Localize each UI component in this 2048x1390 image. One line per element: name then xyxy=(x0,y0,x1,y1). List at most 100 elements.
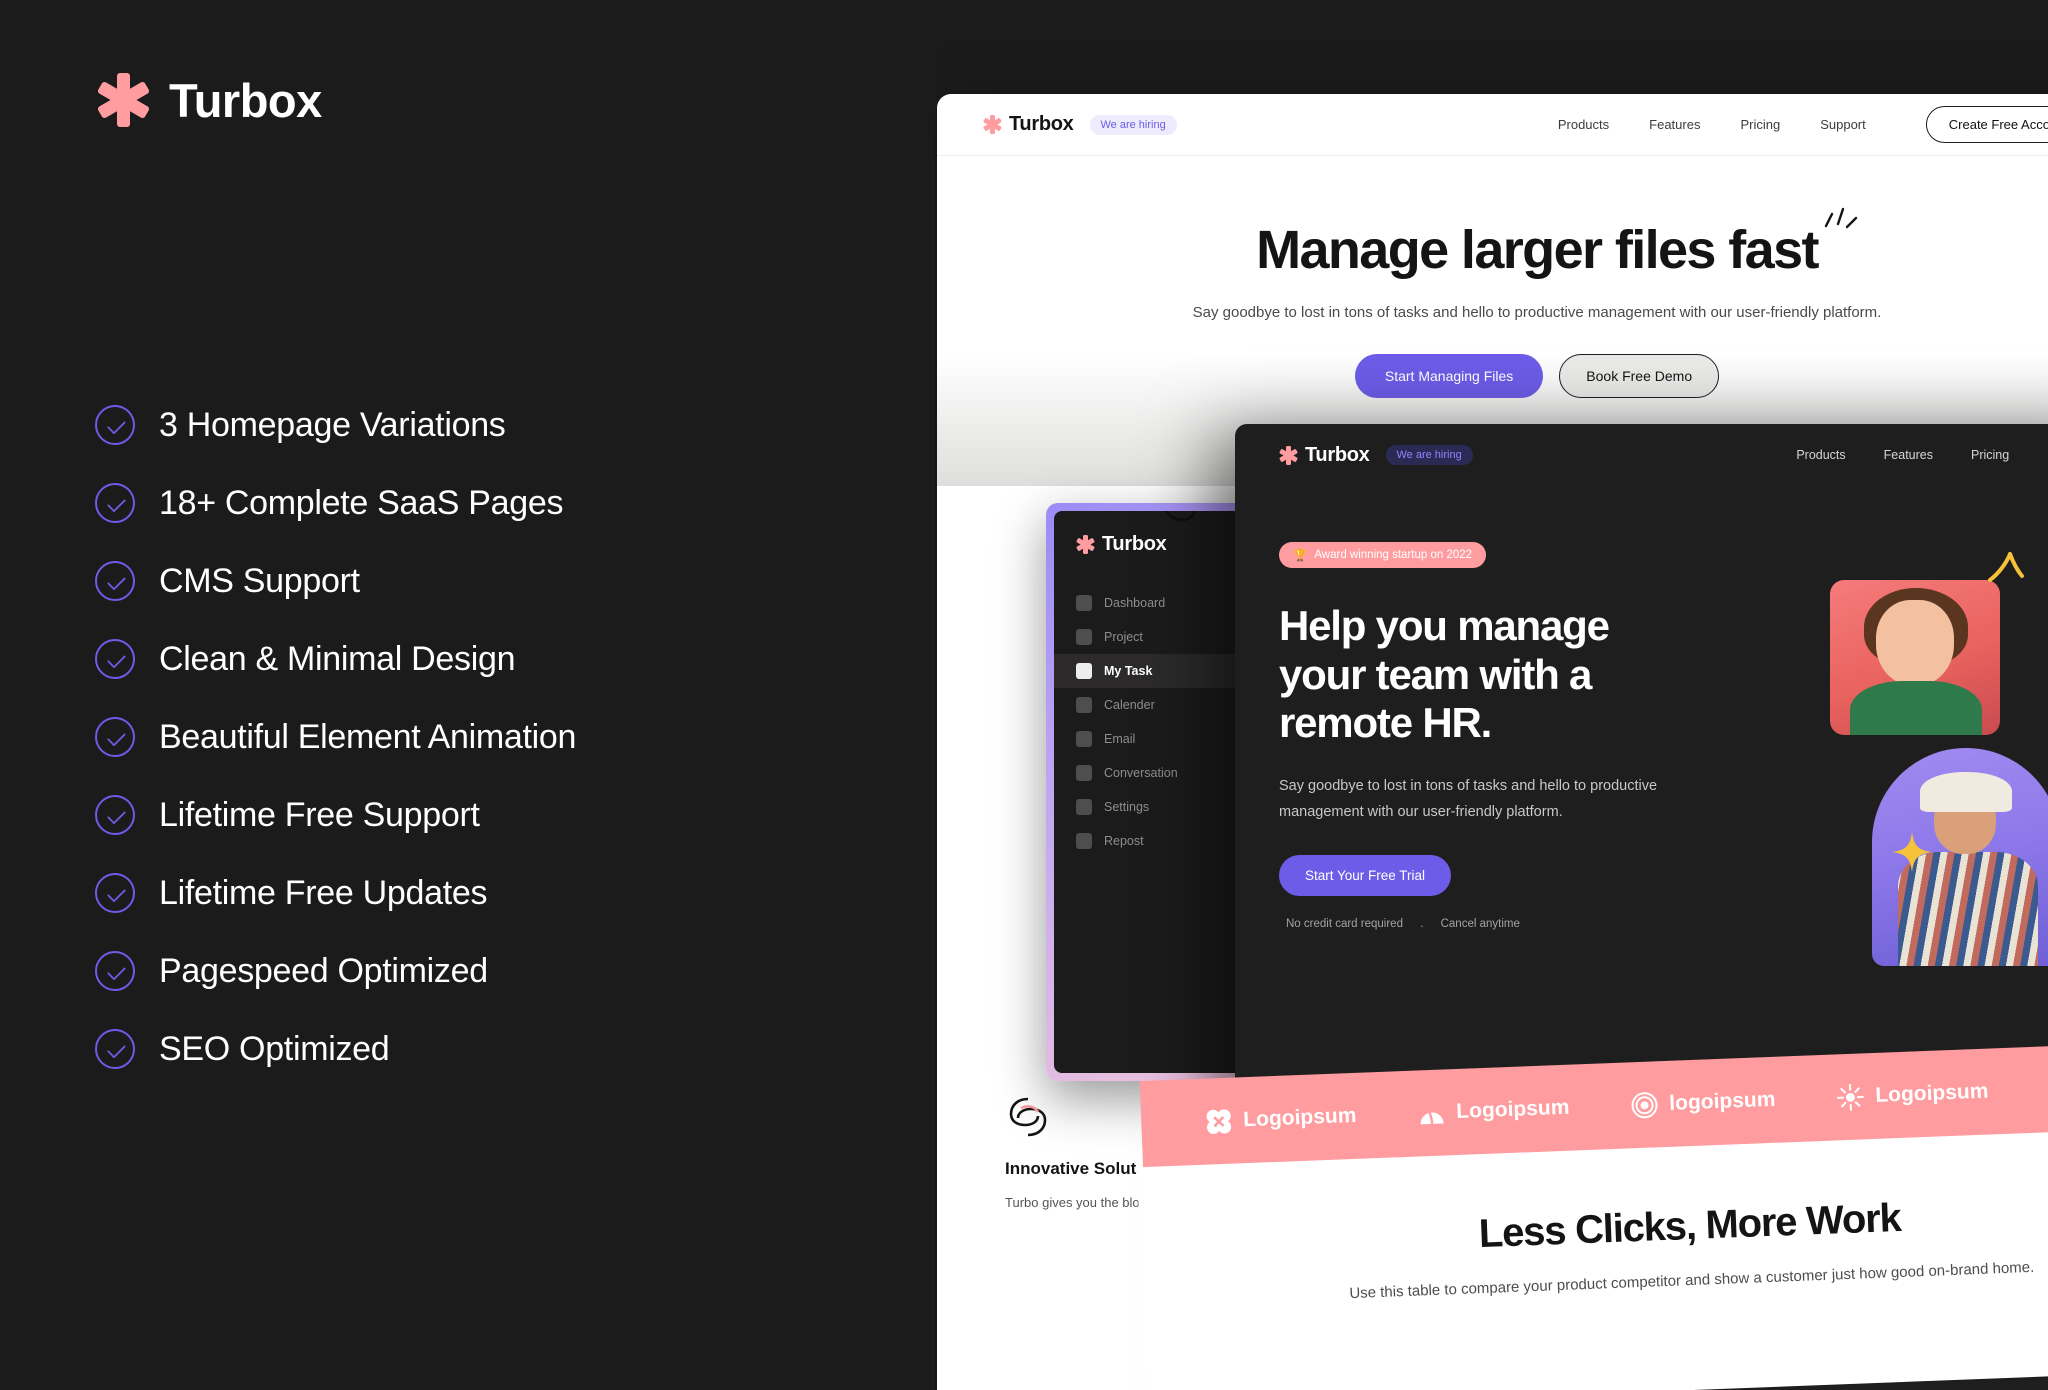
partner-logo-1: Logoipsum xyxy=(1205,1102,1357,1135)
partner-logo-4: Logoipsum xyxy=(1837,1078,1989,1111)
sidebar-item-label: Settings xyxy=(1104,800,1150,814)
person-photo-card-1 xyxy=(1830,580,2000,735)
spiral-mark-icon xyxy=(1631,1091,1658,1118)
list-item: CMS Support xyxy=(95,542,576,620)
partner-logo-label: Logoipsum xyxy=(1874,1079,1989,1107)
dark-site-nav-links: Products Features Pricing Support xyxy=(1796,448,2048,462)
list-item-label: Lifetime Free Updates xyxy=(159,873,488,912)
check-circle-icon xyxy=(95,483,135,523)
chat-icon xyxy=(1076,765,1092,781)
list-item-label: Beautiful Element Animation xyxy=(159,717,577,756)
light-site-cta-group: Start Managing Files Book Free Demo xyxy=(937,353,2048,398)
list-item-label: CMS Support xyxy=(159,561,360,600)
brand-lockup: Turbox xyxy=(95,72,322,128)
list-item: Pagespeed Optimized xyxy=(95,932,576,1010)
asterisk-icon xyxy=(95,72,151,128)
create-free-account-button[interactable]: Create Free Account xyxy=(1925,106,2048,143)
dark-site-logo[interactable]: Turbox xyxy=(1279,444,1370,467)
dark-site-brand-name: Turbox xyxy=(1305,443,1370,466)
hiring-badge[interactable]: We are hiring xyxy=(1089,114,1177,135)
award-badge-label: Award winning startup on 2022 xyxy=(1314,549,1473,561)
trophy-icon: 🏆 xyxy=(1293,550,1308,562)
four-point-star-icon xyxy=(1892,832,1932,872)
headline-text: Manage larger files fast xyxy=(1256,220,1819,280)
sidebar-item-label: Calender xyxy=(1104,698,1155,712)
list-item-label: Lifetime Free Support xyxy=(159,795,480,834)
nav-link-pricing[interactable]: Pricing xyxy=(1971,448,2009,462)
comparison-headline: Less Clicks, More Work xyxy=(1478,1195,1902,1257)
list-item-label: Clean & Minimal Design xyxy=(159,639,516,678)
sun-mark-icon xyxy=(1837,1083,1865,1111)
nav-link-products[interactable]: Products xyxy=(1558,117,1609,132)
sidebar-item-label: Repost xyxy=(1104,834,1144,848)
book-free-demo-button[interactable]: Book Free Demo xyxy=(1559,353,1720,398)
check-circle-icon xyxy=(95,639,135,679)
sidebar-item-label: Project xyxy=(1104,630,1143,644)
gear-icon xyxy=(1076,799,1092,815)
dashboard-brand-name: Turbox xyxy=(1102,533,1167,555)
list-item-label: 3 Homepage Variations xyxy=(159,405,506,444)
light-site-logo[interactable]: Turbox xyxy=(983,113,1074,136)
chart-bar-icon xyxy=(1076,663,1092,679)
list-item: Beautiful Element Animation xyxy=(95,698,576,776)
list-item: Clean & Minimal Design xyxy=(95,620,576,698)
list-item: Lifetime Free Support xyxy=(95,776,576,854)
check-circle-icon xyxy=(95,717,135,757)
paperclip-decoration-icon xyxy=(1158,511,1204,527)
dark-site-subhead: Say goodbye to lost in tons of tasks and… xyxy=(1279,778,1658,820)
sidebar-item-label: My Task xyxy=(1104,664,1153,678)
list-item: 18+ Complete SaaS Pages xyxy=(95,464,576,542)
sidebar-item-label: Dashboard xyxy=(1104,596,1166,610)
nav-link-support[interactable]: Support xyxy=(1820,117,1866,132)
brand-name: Turbox xyxy=(169,73,322,127)
grid-icon xyxy=(1076,595,1092,611)
pencil-square-icon xyxy=(1076,629,1092,645)
person-body xyxy=(1850,681,1982,735)
partner-logo-2: Logoipsum xyxy=(1418,1094,1570,1127)
flower-mark-icon xyxy=(1206,1108,1232,1134)
nav-link-features[interactable]: Features xyxy=(1884,448,1933,462)
light-site-navbar: Turbox We are hiring Products Features P… xyxy=(937,94,2048,156)
list-item-label: SEO Optimized xyxy=(159,1029,390,1068)
check-circle-icon xyxy=(95,951,135,991)
check-circle-icon xyxy=(95,873,135,913)
list-item-label: Pagespeed Optimized xyxy=(159,951,488,990)
partner-logo-label: logoipsum xyxy=(1668,1087,1776,1115)
person-face xyxy=(1876,600,1954,686)
calendar-icon xyxy=(1076,697,1092,713)
note-cancel-anytime: Cancel anytime xyxy=(1440,917,1520,930)
envelope-icon xyxy=(1076,731,1092,747)
partner-logo-label: Logoipsum xyxy=(1242,1103,1357,1132)
light-site-nav-links: Products Features Pricing Support Create… xyxy=(1558,106,2048,143)
knot-icon xyxy=(1009,1097,1047,1137)
hiring-badge[interactable]: We are hiring xyxy=(1385,445,1473,465)
sidebar-item-label: Email xyxy=(1104,732,1136,746)
person-hat xyxy=(1920,772,2012,812)
list-item-label: 18+ Complete SaaS Pages xyxy=(159,483,564,522)
arch-mark-icon xyxy=(1420,1105,1444,1124)
light-site-brand-name: Turbox xyxy=(1009,113,1074,135)
sparkle-yellow-icon xyxy=(1988,552,2024,582)
nav-link-products[interactable]: Products xyxy=(1796,448,1845,462)
note-separator: . xyxy=(1420,917,1424,930)
light-site-subhead: Say goodbye to lost in tons of tasks and… xyxy=(1192,303,1882,321)
nav-link-pricing[interactable]: Pricing xyxy=(1740,117,1780,132)
note-no-credit-card: No credit card required xyxy=(1286,917,1403,930)
start-managing-files-button[interactable]: Start Managing Files xyxy=(1354,353,1544,398)
asterisk-icon xyxy=(1279,445,1298,465)
list-item: Lifetime Free Updates xyxy=(95,854,576,932)
award-badge: 🏆 Award winning startup on 2022 xyxy=(1279,542,1487,568)
check-circle-icon xyxy=(95,405,135,445)
dark-site-headline: Help you manage your team with a remote … xyxy=(1279,602,1610,747)
left-info-panel: Turbox 3 Homepage Variations 18+ Complet… xyxy=(0,0,935,1390)
sidebar-item-label: Conversation xyxy=(1104,766,1178,780)
partner-logo-label: Logoipsum xyxy=(1455,1095,1570,1124)
sparkle-icon xyxy=(1824,207,1858,229)
asterisk-icon xyxy=(1076,535,1095,554)
start-free-trial-button[interactable]: Start Your Free Trial xyxy=(1279,854,1452,896)
check-circle-icon xyxy=(95,1029,135,1069)
nav-link-features[interactable]: Features xyxy=(1649,117,1700,132)
partner-logo-3: logoipsum xyxy=(1631,1086,1776,1119)
feature-checklist: 3 Homepage Variations 18+ Complete SaaS … xyxy=(95,386,576,1088)
asterisk-icon xyxy=(983,115,1002,134)
